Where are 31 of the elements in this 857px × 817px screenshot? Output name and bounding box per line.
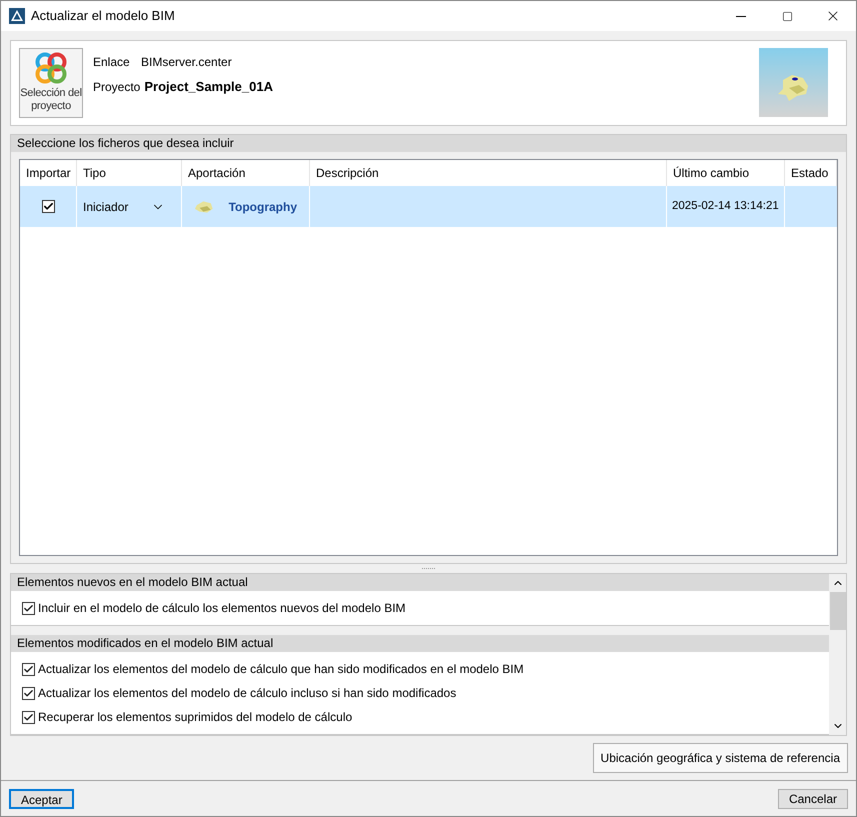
warning-icon [9, 8, 25, 24]
table-cell: 2025-02-14 13:14:21 [667, 186, 785, 227]
terrain-icon [194, 198, 215, 214]
checkbox[interactable] [22, 710, 35, 724]
checkbox[interactable] [22, 686, 35, 700]
section-header: Elementos modificados en el modelo BIM actual [11, 635, 829, 652]
section-header: Seleccione los ficheros que desea incluir [11, 135, 846, 152]
window-title: Actualizar el modelo BIM [31, 7, 175, 26]
checkbox-label: Incluir en el modelo de cálculo los elementos nuevos del modelo BIM [38, 600, 406, 617]
file-row[interactable]: Iniciador Topography 2025-02-14 13:14:21 [20, 186, 837, 227]
type-dropdown[interactable]: Iniciador [77, 186, 182, 227]
dialog-button[interactable]: Cancelar [778, 788, 848, 808]
field-label: Proyecto [93, 78, 140, 96]
checkbox-label: Recuperar los elementos suprimidos del modelo de cálculo [38, 709, 352, 726]
field-value: BIMserver.center [141, 54, 232, 71]
import-checkbox[interactable] [42, 200, 54, 213]
checkbox[interactable] [22, 602, 35, 614]
project-selection-button[interactable]: Selección del proyecto [19, 48, 83, 118]
linked-rings-logo [34, 51, 68, 85]
dialog-button[interactable]: Aceptar [9, 788, 74, 808]
checkbox-label: Actualizar los elementos del modelo de cálculo que han sido modificados en el modelo BIM [38, 661, 524, 678]
checkbox[interactable] [22, 662, 35, 676]
checkbox-label: Actualizar los elementos del modelo de cálculo incluso si han sido modificados [38, 685, 456, 702]
geo-location-button[interactable]: Ubicación geográfica y sistema de referencia [592, 743, 848, 773]
scrollbar-thumb[interactable] [830, 592, 846, 630]
field-label: Enlace [93, 54, 131, 71]
scrollbar[interactable] [829, 574, 846, 735]
section-header: Elementos nuevos en el modelo BIM actual [11, 574, 829, 591]
maximize-icon [782, 10, 792, 22]
contribution-link[interactable]: Topography [228, 198, 297, 216]
field-value: Project_Sample_01A [144, 78, 273, 96]
